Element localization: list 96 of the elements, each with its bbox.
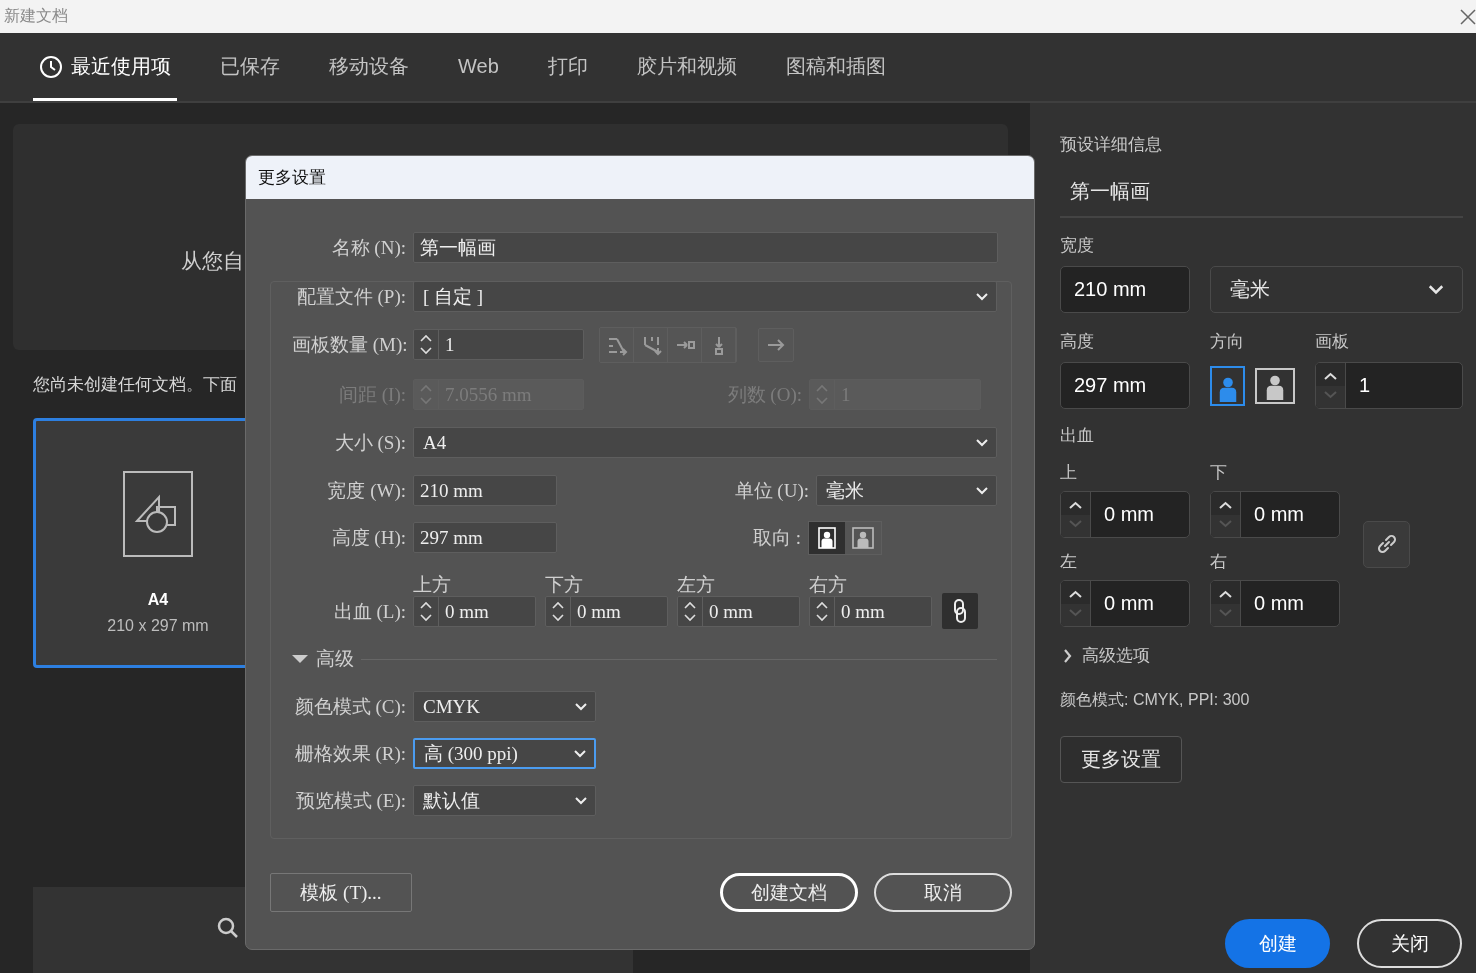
chevron-down-icon	[976, 438, 988, 447]
field-label: 上方	[413, 575, 452, 596]
field-label: 方向	[1210, 331, 1245, 353]
spinner-field[interactable]: 1	[413, 329, 584, 360]
field-label: 宽度	[1060, 235, 1095, 257]
clock-icon	[39, 54, 63, 79]
dropdown[interactable]: 默认值	[413, 785, 596, 816]
dropdown[interactable]: [ 自定 ]	[413, 281, 997, 312]
field-label: 右	[1210, 551, 1228, 573]
field-label: 取向 :	[751, 525, 801, 550]
create-document-button[interactable]: 创建文档	[720, 873, 858, 912]
close-button[interactable]: 关闭	[1357, 919, 1462, 968]
chevron-down-icon	[575, 796, 587, 805]
dropdown[interactable]: 毫米	[816, 475, 997, 506]
tab[interactable]: 已保存	[214, 33, 286, 101]
settings-summary: 颜色模式: CMYK, PPI: 300	[1060, 690, 1251, 710]
field-label: 下	[1210, 462, 1228, 484]
portrait-button[interactable]	[809, 521, 845, 554]
spinner-field[interactable]: 0 mm	[413, 596, 536, 627]
field-label: 名称 (N):	[330, 235, 406, 260]
field-label: 出血	[1060, 425, 1095, 447]
preset-name: A4	[147, 591, 169, 609]
dropdown[interactable]: CMYK	[413, 691, 596, 722]
field-label: 预览模式 (E):	[294, 788, 406, 813]
dropdown[interactable]: 高 (300 ppi)	[413, 738, 596, 769]
height-field[interactable]: 297 mm	[413, 522, 557, 553]
window-title: 新建文档	[4, 6, 68, 26]
dropdown[interactable]: A4	[413, 427, 997, 458]
banner-text: 从您自	[181, 248, 244, 274]
spinner-field[interactable]: 0 mm	[1060, 580, 1190, 627]
field-label: 左方	[677, 575, 716, 596]
field-label: 上	[1060, 462, 1078, 484]
field-label: 颜色模式 (C):	[293, 694, 406, 719]
field-label: 左	[1060, 551, 1078, 573]
field-label: 大小 (S):	[333, 430, 406, 455]
preset-name-field[interactable]: 第一幅画	[1060, 178, 1463, 218]
field-label: 出血 (L):	[332, 600, 406, 624]
field-label: 宽度 (W):	[326, 478, 406, 503]
tab[interactable]: 打印	[541, 33, 594, 101]
stepper-icon	[1211, 581, 1241, 626]
create-button[interactable]: 创建	[1225, 919, 1330, 968]
field-label: 栅格效果 (R):	[293, 741, 406, 766]
field-label: 下方	[545, 575, 584, 596]
link-button[interactable]	[942, 593, 978, 629]
chevron-down-icon	[575, 702, 587, 711]
person-icon	[852, 525, 874, 550]
preset-size: 210 x 297 mm	[107, 617, 209, 635]
height-field[interactable]: 297 mm	[1060, 362, 1190, 409]
field-label: 单位 (U):	[733, 478, 809, 503]
section-heading: 预设详细信息	[1060, 134, 1163, 156]
arrow-button[interactable]	[758, 327, 794, 362]
field-label: 高度 (H):	[330, 525, 406, 550]
link-icon	[953, 598, 967, 624]
chevron-down-icon	[976, 486, 988, 495]
chevron-down-icon	[574, 749, 586, 758]
stepper-icon	[1211, 492, 1241, 537]
width-field[interactable]: 210 mm	[1060, 266, 1190, 313]
spinner-field[interactable]: 0 mm	[1210, 580, 1340, 627]
field-label: 画板	[1315, 331, 1350, 353]
spinner-field[interactable]: 0 mm	[1060, 491, 1190, 538]
close-icon[interactable]	[1460, 8, 1476, 25]
field-label: 高度	[1060, 331, 1095, 353]
name-field[interactable]: 第一幅画	[413, 232, 998, 263]
spinner-field[interactable]: 0 mm	[809, 596, 932, 627]
units-dropdown[interactable]: 毫米	[1210, 266, 1463, 313]
search-icon	[217, 917, 239, 939]
spinner-field[interactable]: 1	[1315, 362, 1463, 409]
chevron-down-icon	[1428, 284, 1444, 295]
advanced-toggle[interactable]: 高级	[292, 646, 354, 672]
field-label: 配置文件 (P):	[295, 284, 406, 309]
dialog-title: 更多设置	[246, 156, 1034, 199]
spinner-field[interactable]: 0 mm	[545, 596, 668, 627]
empty-message: 您尚未创建任何文档。下面	[33, 374, 237, 396]
field-label: 右方	[809, 575, 848, 596]
spinner-field[interactable]: 0 mm	[1210, 491, 1340, 538]
more-settings-button[interactable]: 更多设置	[1060, 736, 1182, 783]
person-icon	[816, 525, 838, 550]
triangle-down-icon	[292, 654, 308, 664]
width-field[interactable]: 210 mm	[413, 475, 557, 506]
spinner-field[interactable]: 0 mm	[677, 596, 800, 627]
tab[interactable]: 胶片和视频	[630, 33, 743, 101]
landscape-button[interactable]	[1255, 367, 1295, 404]
tab[interactable]: 图稿和插图	[779, 33, 892, 101]
template-button[interactable]: 模板 (T)...	[270, 873, 412, 912]
chevron-right-icon	[1063, 648, 1073, 663]
chevron-down-icon	[976, 292, 988, 301]
stepper-icon	[1061, 492, 1091, 537]
tab[interactable]: 移动设备	[323, 33, 415, 101]
cancel-button[interactable]: 取消	[874, 873, 1012, 912]
tab[interactable]: Web	[452, 33, 505, 101]
stepper-icon	[1316, 363, 1346, 408]
advanced-options-toggle[interactable]: 高级选项	[1060, 644, 1463, 667]
document-shapes-icon	[123, 471, 193, 557]
link-button[interactable]	[1363, 520, 1410, 568]
field-label: 画板数量 (M):	[292, 332, 406, 357]
stepper-icon	[1061, 581, 1091, 626]
